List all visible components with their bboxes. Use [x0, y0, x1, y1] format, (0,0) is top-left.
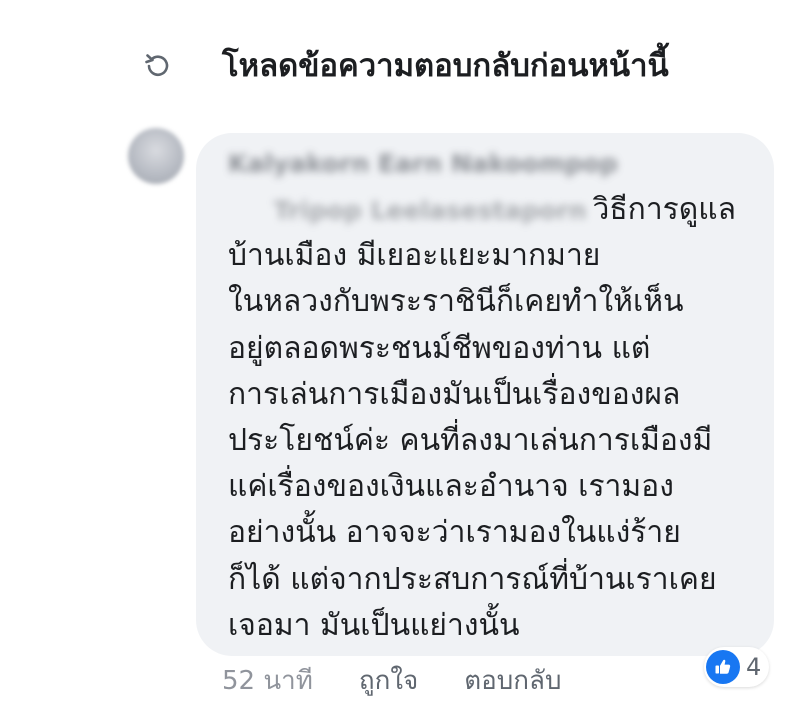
refresh-icon	[142, 49, 174, 81]
thumbs-up-icon	[706, 650, 740, 684]
comment-text-line: ประโยชน์ค่ะ คนที่ลงมาเล่นการเมืองมี	[228, 422, 713, 458]
comment-author-name[interactable]: Kalyakorn Earn Nakoompop	[228, 149, 754, 187]
reaction-count: 4	[746, 653, 762, 681]
comment-text-line: อย่างนั้น อาจจะว่าเรามองในแง่ร้าย	[228, 515, 681, 551]
comment-text-line: วิธีการดูแล	[592, 192, 736, 227]
avatar[interactable]	[128, 128, 184, 184]
comment-text-line: ก็ได้ แต่จากประสบการณ์ที่บ้านเราเคย	[228, 561, 717, 597]
like-button[interactable]: ถูกใจ	[359, 660, 418, 701]
comment-text-line: อยู่ตลอดพระชนม์ชีพของท่าน แต่	[228, 330, 651, 366]
load-previous-label: โหลดข้อความตอบกลับก่อนหน้านี้	[222, 48, 669, 84]
load-previous-replies[interactable]: โหลดข้อความตอบกลับก่อนหน้านี้	[142, 40, 669, 90]
comment-text-line: การเล่นการเมืองมันเป็นเรื่องของผล	[228, 376, 681, 412]
reply-button[interactable]: ตอบกลับ	[464, 660, 561, 701]
comment-text-line: แค่เรื่องของเงินและอำนาจ เรามอง	[228, 469, 674, 505]
reaction-summary[interactable]: 4	[704, 647, 770, 687]
comment-text: Tripop Leelasestaporn วิธีการดูแล บ้านเมื…	[228, 187, 754, 649]
comment-text-line: ในหลวงกับพระราชินีก็เคยทำให้เห็น	[228, 284, 684, 320]
comment-first-line: Tripop Leelasestaporn วิธีการดูแล	[228, 187, 754, 233]
comment-timestamp[interactable]: 52 นาที	[222, 660, 313, 701]
comment-text-line: บ้านเมือง มีเยอะแยะมากมาย	[228, 238, 601, 274]
comment-bubble: Kalyakorn Earn Nakoompop Tripop Leelases…	[196, 133, 774, 656]
comment-text-line: เจอมา มันเป็นแย่างนั้น	[228, 607, 520, 643]
mention-link[interactable]: Tripop Leelasestaporn	[274, 188, 587, 234]
comment-actions: 52 นาที ถูกใจ ตอบกลับ	[222, 658, 561, 702]
